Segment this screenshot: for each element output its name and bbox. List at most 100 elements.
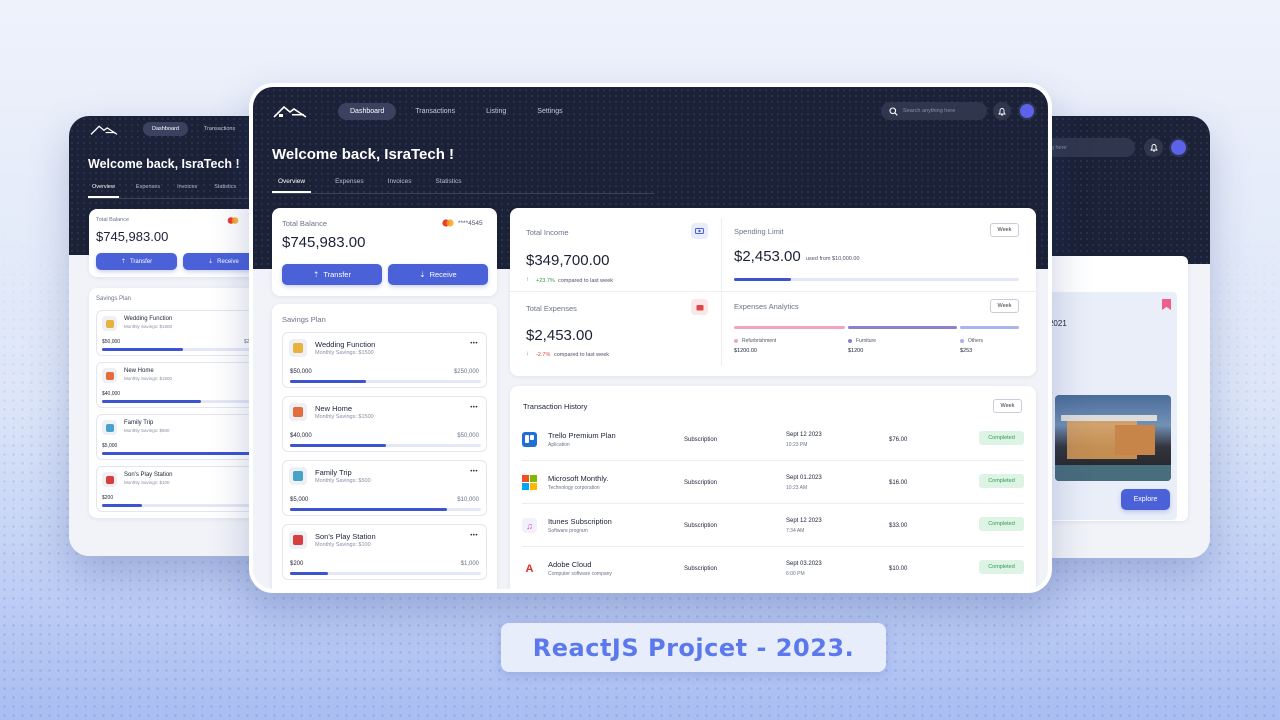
plan-progress-fill	[102, 400, 201, 403]
tab-expenses[interactable]: Expenses	[136, 184, 160, 198]
plan-monthly: Monthly Savings: $1500	[315, 350, 374, 356]
transaction-date: Sept 01.2023	[786, 475, 822, 481]
receive-label: Receive	[217, 258, 239, 265]
transaction-row[interactable]: A Adobe Cloud Computer software company Sub…	[522, 548, 1024, 589]
history-week-button[interactable]: Week	[993, 399, 1022, 413]
expenses-change-text: compared to last week	[554, 352, 610, 358]
transfer-button[interactable]: ⇡ Transfer	[282, 264, 382, 285]
analytics-label: Expenses Analytics	[734, 302, 799, 311]
savings-plan-item[interactable]: New Home Monthly Savings: $1500 ••• $40,000…	[282, 396, 487, 452]
transaction-row[interactable]: Microsoft Monthly. Technology corporation…	[522, 462, 1024, 504]
status-badge: Completed	[979, 431, 1024, 445]
transaction-amount: $33.00	[889, 523, 908, 529]
plan-name: Son's Play Station	[124, 472, 173, 478]
plan-progress-fill	[290, 508, 447, 511]
house-image	[1055, 395, 1171, 481]
status-badge: Completed	[979, 474, 1024, 488]
balance-label: Total Balance	[282, 219, 328, 228]
transaction-category: Software program	[548, 528, 588, 534]
transaction-date: Sept 12 2023	[786, 432, 822, 438]
receive-button[interactable]: ⇣ Receive	[388, 264, 488, 285]
tab-overview[interactable]: Overview	[88, 184, 119, 198]
tab-statistics[interactable]: Statistics	[214, 184, 236, 198]
microsoft-icon	[522, 475, 537, 490]
spending-label: Spending Limit	[734, 227, 784, 236]
savings-title: Savings Plan	[96, 296, 132, 302]
search-icon	[889, 106, 898, 116]
more-icon[interactable]: •••	[470, 533, 478, 539]
trip-icon	[289, 467, 307, 485]
transaction-row[interactable]: Trello Premium Plan Aplication Subscriptio…	[522, 419, 1024, 461]
savings-plan-item[interactable]: Wedding Function Monthly Savings: $1500 ••…	[282, 332, 487, 388]
back-left-screen: Dashboard Transactions Welcome back, Isr…	[69, 116, 269, 556]
more-icon[interactable]: •••	[470, 341, 478, 347]
plan-current: $50,000	[102, 339, 121, 345]
receive-label: Receive	[429, 270, 457, 279]
bookmark-icon[interactable]	[1162, 299, 1171, 310]
spending-week-button[interactable]: Week	[990, 223, 1019, 237]
logo-icon	[273, 105, 307, 118]
back-right-screen: thing here m May, 2021 rature Explore	[1030, 116, 1210, 558]
transaction-name: Itunes Subscription	[548, 517, 612, 526]
plan-progress	[290, 444, 481, 447]
nav-item-transactions[interactable]: Transactions	[195, 122, 244, 136]
wallet-icon	[696, 304, 703, 310]
tab-invoices[interactable]: Invoices	[177, 184, 197, 198]
ring-icon	[289, 339, 307, 357]
nav-item-settings[interactable]: Settings	[525, 103, 574, 120]
nav-item-transactions[interactable]: Transactions	[403, 103, 467, 120]
bell-icon	[998, 107, 1006, 116]
savings-plan-item[interactable]: Family Trip Monthly Savings: $500 ••• $5,00…	[282, 460, 487, 516]
nav-item-dashboard[interactable]: Dashboard	[338, 103, 397, 120]
transfer-label: Transfer	[323, 270, 351, 279]
receive-icon: ⇣	[419, 270, 426, 279]
plan-progress	[102, 452, 269, 455]
plan-monthly: Monthly Savings: $100	[124, 480, 170, 485]
plan-name: New Home	[124, 368, 154, 374]
nav-item-listing[interactable]: Listing	[474, 103, 518, 120]
avatar[interactable]	[1018, 102, 1036, 120]
transfer-icon: ⇡	[120, 259, 126, 265]
welcome-heading: Welcome back, IsraTech !	[88, 157, 240, 171]
plan-progress-fill	[290, 380, 367, 383]
savings-plan-item[interactable]: New HomeMonthly Savings: $1500$40,000$5	[96, 362, 269, 408]
logo-icon	[90, 125, 118, 135]
savings-plan-item[interactable]: Son's Play Station Monthly Savings: $100 $…	[96, 466, 269, 512]
savings-plan-item[interactable]: Son's Play Station Monthly Savings: $100 •…	[282, 524, 487, 580]
plan-current: $200	[102, 495, 114, 501]
savings-plan-item[interactable]: Wedding Function Monthly Savings: $1500 $5…	[96, 310, 269, 356]
tab-overview[interactable]: Overview	[272, 178, 312, 193]
tab-invoices[interactable]: Invoices	[388, 178, 412, 193]
more-icon[interactable]: •••	[470, 405, 478, 411]
income-label: Total Income	[526, 228, 569, 237]
spending-progress	[734, 278, 1019, 281]
more-icon[interactable]: •••	[470, 469, 478, 475]
avatar[interactable]	[1169, 138, 1188, 157]
nav-item-dashboard[interactable]: Dashboard	[143, 122, 188, 136]
project-banner: ReactJS Projcet - 2023.	[501, 623, 886, 672]
expenses-down-icon: ↓	[526, 351, 529, 357]
transaction-name: Microsoft Monthly.	[548, 474, 609, 483]
notification-button[interactable]	[1144, 138, 1163, 157]
transfer-button[interactable]: ⇡ Transfer	[96, 253, 177, 270]
plan-current: $50,000	[290, 369, 312, 375]
spending-progress-fill	[734, 278, 791, 281]
search-input[interactable]: Search anything here	[881, 102, 987, 120]
transaction-type: Subscription	[684, 523, 718, 529]
savings-card: Savings Plan Wedding Function Monthly Sav…	[89, 288, 269, 518]
transaction-row[interactable]: ♫ Itunes Subscription Software program Subs…	[522, 505, 1024, 547]
tab-expenses[interactable]: Expenses	[335, 178, 364, 193]
expenses-label: Total Expenses	[526, 304, 577, 313]
listing-panel: m May, 2021 rature Explore	[1030, 292, 1177, 520]
gamepad-icon	[102, 472, 117, 487]
legend-dot	[734, 339, 738, 343]
plan-progress-fill	[290, 572, 329, 575]
tab-statistics[interactable]: Statistics	[436, 178, 462, 193]
banner-text: ReactJS Projcet - 2023.	[532, 633, 855, 662]
notification-button[interactable]	[993, 102, 1011, 120]
income-up-icon: ↑	[526, 277, 529, 283]
ring-icon	[102, 316, 117, 331]
explore-button[interactable]: Explore	[1121, 489, 1170, 510]
savings-plan-item[interactable]: Family TripMonthly Savings: $500$5,000$1	[96, 414, 269, 460]
analytics-week-button[interactable]: Week	[990, 299, 1019, 313]
